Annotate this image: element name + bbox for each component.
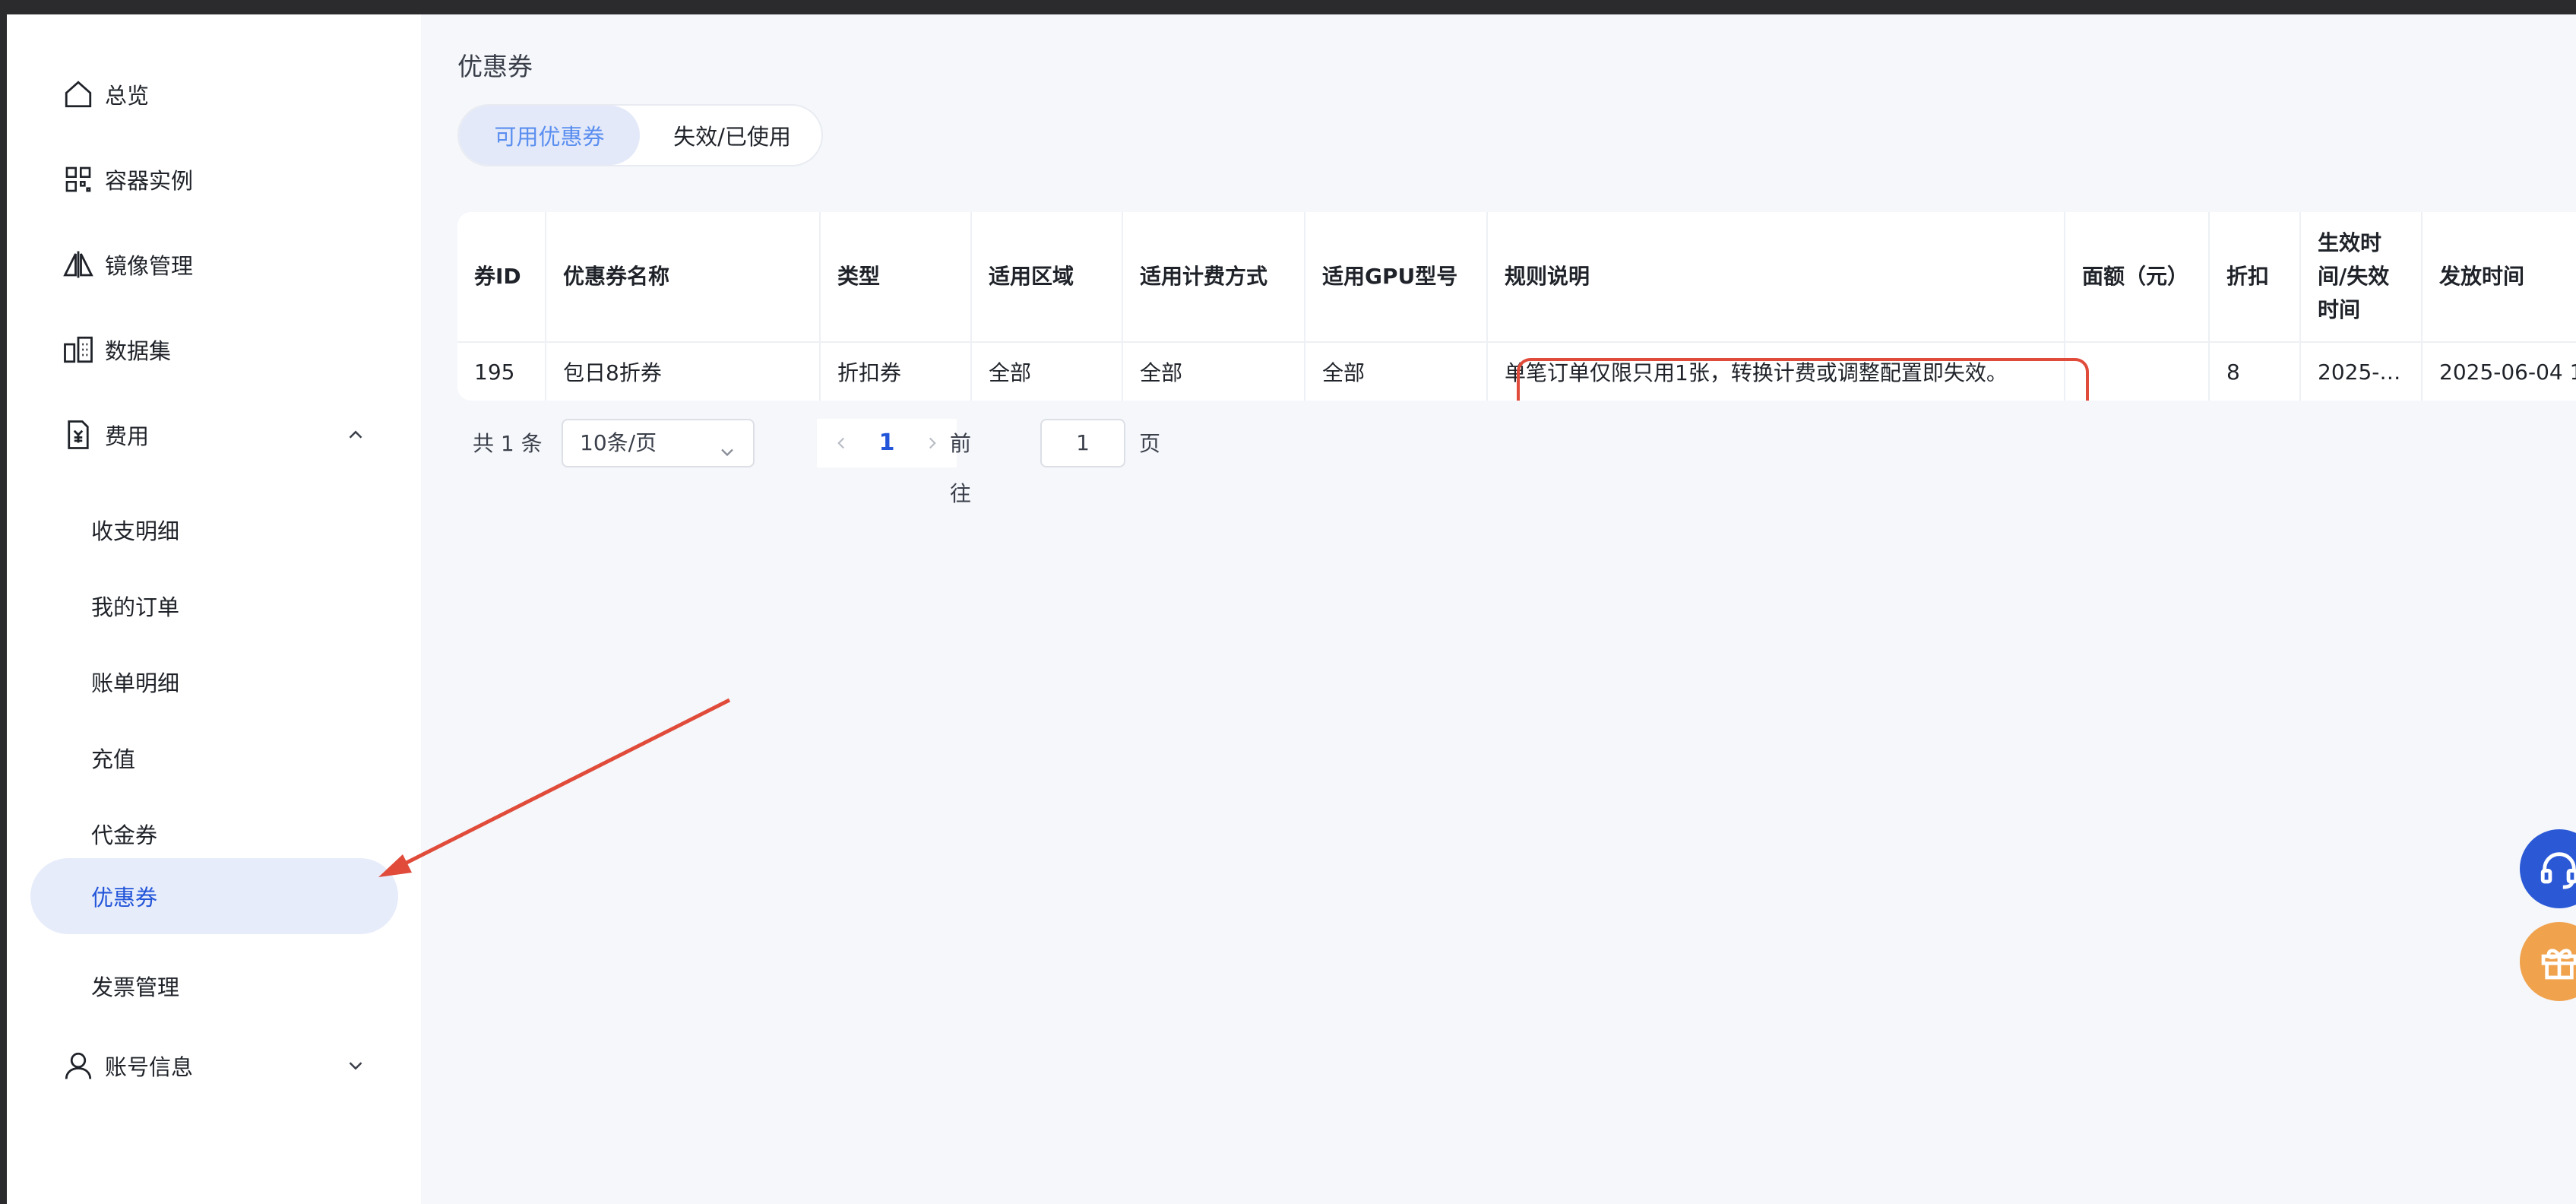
table-header: 适用计费方式 bbox=[1122, 212, 1305, 343]
sidebar-item-images[interactable]: 镜像管理 bbox=[7, 230, 421, 299]
sidebar-subitem-label: 代金券 bbox=[91, 822, 158, 848]
table-cell-validity: 2025-… bbox=[2300, 342, 2423, 401]
table-header-row: 券ID 优惠券名称 类型 适用区域 适用计费方式 适用GPU型号 规则说明 面额… bbox=[457, 212, 2576, 343]
coupon-tabs: 可用优惠券 失效/已使用 bbox=[457, 104, 823, 166]
chevron-right-icon bbox=[929, 437, 936, 449]
sidebar-item-overview[interactable]: 总览 bbox=[7, 60, 421, 128]
table-header: 生效时间/失效时间 bbox=[2300, 212, 2423, 343]
sidebar-item-account[interactable]: 账号信息 bbox=[7, 1031, 421, 1100]
app-window: 总览 容器实例 镜像管理 数据集 费用 收支明细 我的订单 账单明细 充值 代金… bbox=[7, 14, 2576, 1204]
sidebar-subitem-orders[interactable]: 我的订单 bbox=[7, 569, 421, 642]
table-cell-region: 全部 bbox=[971, 342, 1123, 401]
table-header: 优惠券名称 bbox=[546, 212, 821, 343]
sidebar-subitem-label: 发票管理 bbox=[91, 974, 180, 1000]
sidebar-subitem-label: 账单明细 bbox=[91, 670, 180, 696]
home-icon bbox=[62, 78, 95, 111]
table-header: 适用区域 bbox=[971, 212, 1123, 343]
table-cell-type: 折扣券 bbox=[820, 342, 972, 401]
table-cell-gpu: 全部 bbox=[1305, 342, 1488, 401]
table-header: 面额（元） bbox=[2065, 212, 2210, 343]
table-header: 折扣 bbox=[2209, 212, 2301, 343]
tab-available-coupons[interactable]: 可用优惠券 bbox=[459, 106, 640, 165]
sidebar-item-label: 费用 bbox=[105, 423, 150, 449]
table-header: 发放时间 bbox=[2422, 212, 2576, 343]
sidebar-subitem-label: 充值 bbox=[91, 746, 136, 772]
sidebar-subitem-invoices[interactable]: 发票管理 bbox=[7, 949, 421, 1022]
invoice-icon bbox=[62, 418, 95, 452]
goto-label: 前往 bbox=[950, 431, 972, 506]
sidebar-subitem-label: 收支明细 bbox=[91, 518, 180, 544]
goto-page-input[interactable]: 1 bbox=[1040, 419, 1125, 467]
user-icon bbox=[62, 1049, 95, 1082]
sidebar-item-datasets[interactable]: 数据集 bbox=[7, 315, 421, 384]
table-cell-name: 包日8折券 bbox=[546, 342, 821, 401]
sidebar-item-fees[interactable]: 费用 bbox=[7, 401, 421, 469]
tab-expired-used[interactable]: 失效/已使用 bbox=[640, 106, 821, 165]
sidebar-subitem-label: 我的订单 bbox=[91, 594, 180, 620]
chevron-up-icon[interactable] bbox=[344, 423, 367, 446]
table-header: 规则说明 bbox=[1487, 212, 2065, 343]
headset-icon bbox=[2540, 852, 2576, 889]
page-number-current[interactable]: 1 bbox=[866, 419, 908, 467]
sidebar: 总览 容器实例 镜像管理 数据集 费用 收支明细 我的订单 账单明细 充值 代金… bbox=[7, 14, 421, 1204]
prev-page-button[interactable] bbox=[817, 419, 866, 467]
grid-icon bbox=[62, 163, 95, 196]
page-suffix: 页 bbox=[1139, 431, 1161, 456]
table-cell-rules: 单笔订单仅限只用1张，转换计费或调整配置即失效。 bbox=[1487, 342, 2065, 401]
table-cell-id: 195 bbox=[457, 342, 546, 401]
table-header: 券ID bbox=[457, 212, 546, 343]
table-cell-discount: 8 bbox=[2209, 342, 2301, 401]
table-cell-amount bbox=[2065, 342, 2210, 401]
page-size-select[interactable]: 10条/页 bbox=[562, 419, 755, 467]
chevron-left-icon bbox=[837, 437, 845, 449]
sidebar-item-label: 总览 bbox=[105, 83, 150, 109]
gift-icon bbox=[2541, 949, 2576, 980]
sidebar-item-label: 账号信息 bbox=[105, 1054, 194, 1080]
table-header: 适用GPU型号 bbox=[1305, 212, 1488, 343]
page-size-value: 10条/页 bbox=[580, 430, 657, 455]
sidebar-item-label: 数据集 bbox=[105, 338, 172, 364]
sidebar-subitem-transactions[interactable]: 收支明细 bbox=[7, 493, 421, 566]
sidebar-subitem-coupons[interactable]: 优惠券 bbox=[7, 858, 421, 934]
sidebar-subitem-label: 优惠券 bbox=[91, 885, 158, 911]
chevron-down-icon[interactable] bbox=[344, 1054, 367, 1077]
table-row: 195 包日8折券 折扣券 全部 全部 全部 单笔订单仅限只用1张，转换计费或调… bbox=[457, 342, 2576, 401]
page-title: 优惠券 bbox=[457, 52, 533, 81]
sidebar-item-label: 镜像管理 bbox=[105, 253, 194, 279]
sidebar-item-label: 容器实例 bbox=[105, 168, 194, 194]
coupon-table: 券ID 优惠券名称 类型 适用区域 适用计费方式 适用GPU型号 规则说明 面额… bbox=[457, 212, 2576, 401]
table-header: 类型 bbox=[820, 212, 972, 343]
active-highlight bbox=[30, 858, 398, 934]
main-content: 优惠券 可用优惠券 失效/已使用 券ID 优惠券名称 类型 适用区域 适用计费方… bbox=[421, 14, 2576, 1204]
chevron-down-icon bbox=[717, 433, 738, 457]
sidebar-subitem-recharge[interactable]: 充值 bbox=[7, 721, 421, 794]
table-cell-billing: 全部 bbox=[1122, 342, 1305, 401]
mirror-icon bbox=[62, 248, 95, 281]
sidebar-item-containers[interactable]: 容器实例 bbox=[7, 145, 421, 214]
pagination-total: 共 1 条 bbox=[473, 431, 543, 456]
dataset-icon bbox=[62, 333, 95, 366]
sidebar-subitem-bills[interactable]: 账单明细 bbox=[7, 645, 421, 718]
table-cell-issued: 2025-06-04 1 bbox=[2439, 359, 2576, 385]
